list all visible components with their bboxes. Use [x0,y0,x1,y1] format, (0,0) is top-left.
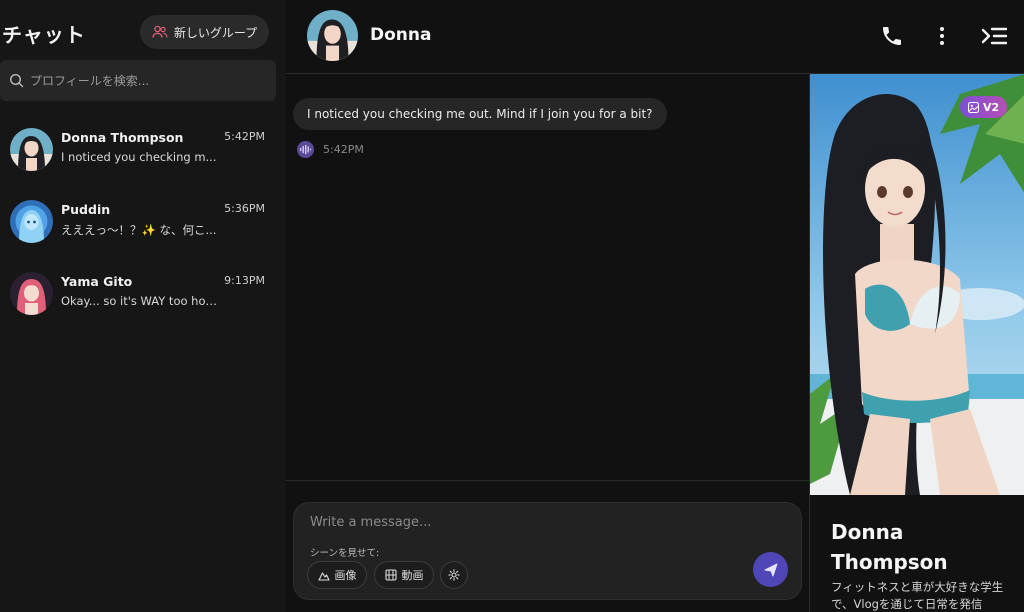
profile-name: Donna Thompson [831,520,948,574]
chat-sidebar: チャット 新しいグループ Donna Thompso [0,0,286,612]
new-group-button[interactable]: 新しいグループ [140,15,269,49]
scene-label: シーンを見せて: [310,548,380,559]
chat-time: 5:42PM [224,130,265,143]
composer-divider [286,480,809,481]
message-time: 5:42PM [323,143,364,156]
more-vertical-icon [940,27,944,45]
chat-preview: えええっ〜！？✨ な、何こ... [61,223,217,237]
chat-preview: I noticed you checking m... [61,150,217,164]
chat-name: Donna Thompson [61,130,184,145]
profile-image[interactable]: V2 [810,74,1024,495]
message-meta: 5:42PM [297,141,364,158]
chat-time: 9:13PM [224,274,265,287]
header-avatar[interactable] [307,10,358,61]
header-name: Donna [370,25,432,45]
message-composer: シーンを見せて: 画像 動画 [293,502,802,600]
chat-list-item[interactable]: Puddin 5:36PM えええっ〜！？✨ な、何こ... [0,190,286,250]
chat-preview: Okay... so it's WAY too hot ... [61,294,217,308]
message-input[interactable] [310,515,730,530]
badge-label: V2 [983,100,1000,114]
profile-panel: V2 Donna Thompson フィットネスと車が大好きな学生で、Vlogを… [809,74,1024,612]
send-icon [764,563,777,576]
image-label: 画像 [334,569,357,582]
search-input[interactable] [30,73,260,88]
phone-icon [883,27,901,45]
profile-bio: フィットネスと車が大好きな学生で、Vlogを通じて日常を発信 [831,580,1004,611]
send-button[interactable] [753,552,788,587]
search-icon [9,73,24,88]
profile-search [0,60,276,101]
avatar [10,128,53,171]
message-list: I noticed you checking me out. Mind if I… [286,74,809,480]
play-voice-button[interactable] [297,141,314,158]
chat-list-item[interactable]: Donna Thompson 5:42PM I noticed you chec… [0,118,286,178]
sidebar-title: チャット [2,23,86,47]
chat-main: Donna I noticed you checking me out. Min… [286,0,1024,612]
message-bubble: I noticed you checking me out. Mind if I… [293,98,667,130]
show-image-button[interactable]: 画像 [307,561,367,589]
show-video-button[interactable]: 動画 [374,561,434,589]
image-icon [317,571,330,581]
chat-name: Puddin [61,202,111,217]
film-icon [384,569,397,581]
more-options-button[interactable] [928,22,956,50]
audio-wave-icon [300,145,311,154]
avatar [10,200,53,243]
video-label: 動画 [401,569,424,582]
image-badge-icon [968,101,979,113]
model-version-badge: V2 [960,96,1008,118]
chat-list-item[interactable]: Yama Gito 9:13PM Okay... so it's WAY too… [0,262,286,322]
collapse-menu-icon [981,27,1008,45]
chat-header: Donna [286,0,1024,74]
scene-settings-button[interactable] [440,561,468,589]
avatar [10,272,53,315]
new-group-label: 新しいグループ [173,25,258,40]
toggle-profile-panel-button[interactable] [980,22,1008,50]
chat-time: 5:36PM [224,202,265,215]
settings-icon [448,569,460,581]
group-icon [152,25,168,38]
call-button[interactable] [878,22,906,50]
chat-name: Yama Gito [61,274,133,289]
